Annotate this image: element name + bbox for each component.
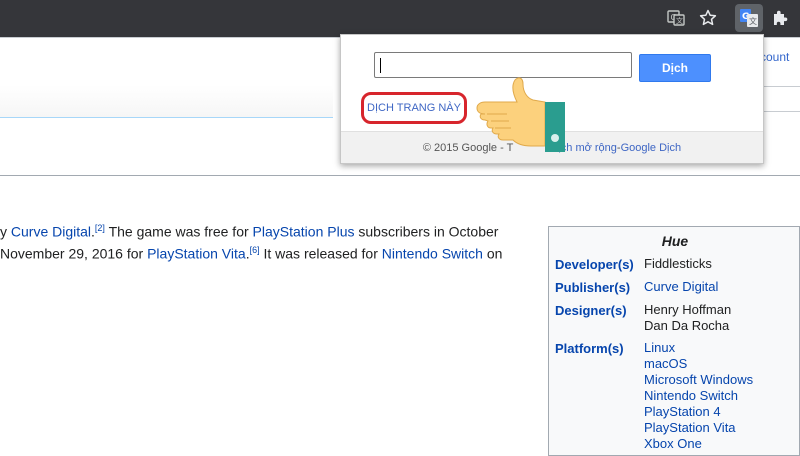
infobox-value-link[interactable]: Linux <box>644 340 675 356</box>
text-caret <box>380 58 381 73</box>
content-divider <box>0 175 800 176</box>
infobox-value: Fiddlesticks <box>644 256 712 271</box>
playstation-vita-link[interactable]: PlayStation Vita <box>147 246 246 262</box>
article-text: on <box>482 245 503 262</box>
bookmark-star-icon[interactable] <box>696 6 720 30</box>
infobox-label-publisher[interactable]: Publisher(s) <box>555 280 630 295</box>
infobox-value-link[interactable]: Microsoft Windows <box>644 372 753 388</box>
svg-text:文: 文 <box>676 16 683 25</box>
account-link[interactable]: count <box>760 50 789 64</box>
infobox-value-link[interactable]: macOS <box>644 356 687 372</box>
translate-page-link[interactable]: DỊCH TRANG NÀY <box>361 92 467 124</box>
google-translate-link[interactable]: Google Dịch <box>621 142 682 154</box>
article-line-2: November 29, 2016 for PlayStation Vita.[… <box>0 245 502 262</box>
curve-digital-link[interactable]: Curve Digital <box>11 224 91 240</box>
infobox-label-designer[interactable]: Designer(s) <box>555 303 627 318</box>
google-translate-extension-icon[interactable]: G 文 <box>735 4 763 32</box>
article-line-1: y Curve Digital.[2] The game was free fo… <box>0 223 498 240</box>
infobox-value-link[interactable]: PlayStation 4 <box>644 404 721 420</box>
playstation-plus-link[interactable]: PlayStation Plus <box>253 224 355 240</box>
infobox-value-link[interactable]: PlayStation Vita <box>644 420 736 436</box>
svg-text:文: 文 <box>749 16 757 26</box>
article-text: y <box>0 223 11 240</box>
page-header-strip <box>0 85 333 118</box>
infobox-value-link[interactable]: Nintendo Switch <box>644 388 738 404</box>
infobox-value-link[interactable]: Curve Digital <box>644 279 718 295</box>
search-box-fragment[interactable] <box>762 86 800 112</box>
extensions-puzzle-icon[interactable] <box>768 6 792 30</box>
infobox-label-developer[interactable]: Developer(s) <box>555 257 634 272</box>
article-text: The game was free for <box>104 223 253 240</box>
translate-button[interactable]: Dịch <box>639 54 711 82</box>
citation-6-link[interactable]: [6] <box>250 245 260 255</box>
browser-toolbar: G 文 G 文 <box>0 0 800 37</box>
pointing-hand-icon <box>473 74 573 154</box>
article-text: November 29, 2016 for <box>0 245 148 262</box>
article-text: subscribers in October <box>354 223 499 240</box>
translate-page-icon[interactable]: G 文 <box>664 6 688 30</box>
infobox: Hue Developer(s) Fiddlesticks Publisher(… <box>548 226 800 456</box>
translate-page-label: DỊCH TRANG NÀY <box>367 102 461 114</box>
article-text: It was released for <box>259 245 382 262</box>
nintendo-switch-link[interactable]: Nintendo Switch <box>382 246 483 262</box>
infobox-title: Hue <box>661 233 689 249</box>
infobox-label-platform[interactable]: Platform(s) <box>555 341 624 356</box>
citation-2-link[interactable]: [2] <box>95 223 105 233</box>
infobox-value: Henry Hoffman <box>644 302 732 317</box>
infobox-value: Dan Da Rocha <box>644 318 730 333</box>
